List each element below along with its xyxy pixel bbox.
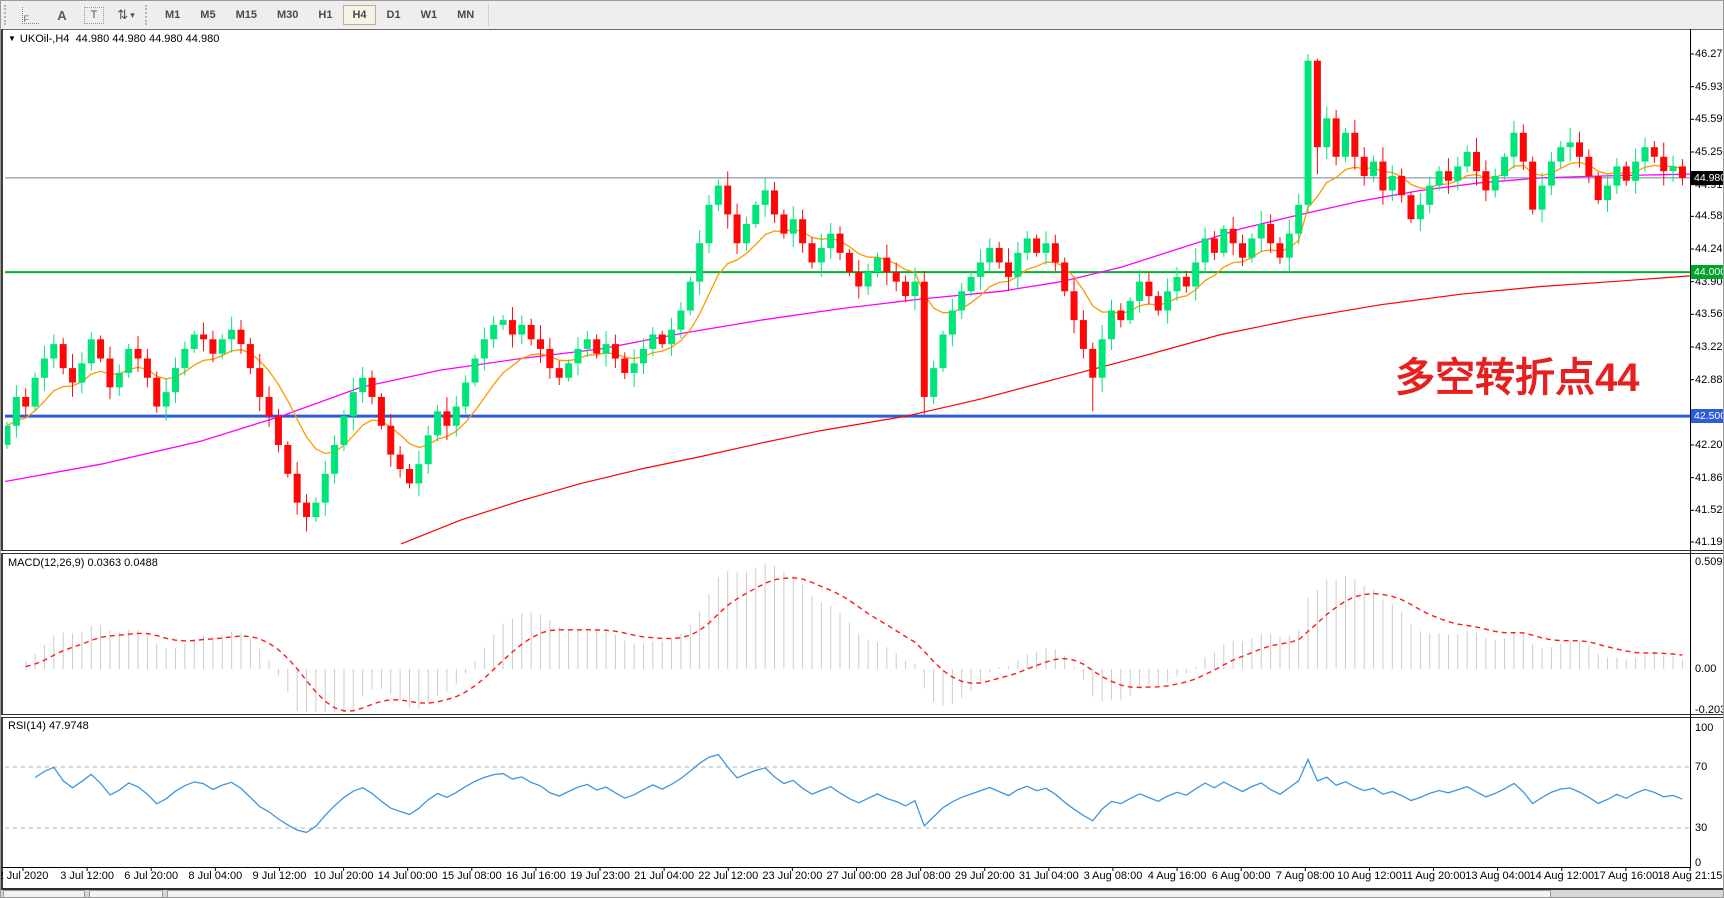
chart-title: ▼UKOil-,H4 44.980 44.980 44.980 44.980 [8, 33, 219, 45]
date-label: 31 Jul 04:00 [1019, 870, 1079, 882]
date-label: 14 Aug 12:00 [1529, 870, 1594, 882]
price-tick-label: 42.880 [1695, 374, 1724, 386]
mt4-window: F A T ⇅ ▾ M1M5M15M30H1H4D1W1MN ▼UKOil-,H… [0, 0, 1724, 898]
macd-tick-label: -0.2032 [1695, 704, 1724, 716]
date-label: 19 Jul 23:00 [570, 870, 630, 882]
date-label: 23 Jul 20:00 [762, 870, 822, 882]
price-tick-label: 41.190 [1695, 536, 1724, 548]
date-label: 9 Jul 12:00 [253, 870, 307, 882]
price-tick-label: 45.590 [1695, 113, 1724, 125]
date-label: 27 Jul 00:00 [827, 870, 887, 882]
date-label: 22 Jul 12:00 [698, 870, 758, 882]
rsi-indicator-label: RSI(14) 47.9748 [8, 720, 89, 732]
rsi-tick-label: 0 [1695, 857, 1724, 869]
price-tick-label: 43.220 [1695, 341, 1724, 353]
price-tick-label: 44.240 [1695, 243, 1724, 255]
date-label: 4 Aug 16:00 [1148, 870, 1207, 882]
price-tick-label: 41.520 [1695, 504, 1724, 516]
candlestick-plot[interactable] [1, 1, 1724, 898]
date-label: 11 Aug 20:00 [1402, 870, 1466, 882]
macd-tick-label: 0.00 [1695, 663, 1724, 675]
price-tick-label: 43.560 [1695, 308, 1724, 320]
price-tick-label: 41.860 [1695, 472, 1724, 484]
macd-indicator-label: MACD(12,26,9) 0.0363 0.0488 [8, 557, 158, 569]
date-label: 10 Jul 20:00 [314, 870, 374, 882]
date-label: 7 Aug 08:00 [1276, 870, 1335, 882]
date-label: 15 Jul 08:00 [442, 870, 502, 882]
rsi-tick-label: 30 [1695, 822, 1724, 834]
price-badge: 44.000 [1691, 265, 1724, 279]
date-label: 14 Jul 00:00 [378, 870, 438, 882]
date-label: 13 Aug 04:00 [1465, 870, 1530, 882]
price-tick-label: 42.200 [1695, 439, 1724, 451]
date-label: 8 Jul 04:00 [188, 870, 242, 882]
price-badge: 42.500 [1691, 409, 1724, 423]
chart-annotation-text[interactable]: 多空转折点44 [1395, 345, 1640, 403]
date-label: 28 Jul 08:00 [891, 870, 951, 882]
date-label: 17 Aug 16:00 [1593, 870, 1658, 882]
chart-quotes: 44.980 44.980 44.980 44.980 [76, 33, 220, 45]
date-label: 18 Aug 21:15 [1658, 870, 1723, 882]
price-tick-label: 44.580 [1695, 210, 1724, 222]
chart-dropdown-icon[interactable]: ▼ [8, 34, 16, 43]
date-label: 29 Jul 20:00 [955, 870, 1015, 882]
price-badge: 44.980 [1691, 171, 1724, 185]
date-label: 6 Jul 20:00 [124, 870, 178, 882]
date-label: 3 Jul 12:00 [60, 870, 114, 882]
date-label: 3 Aug 08:00 [1084, 870, 1143, 882]
macd-tick-label: 0.5094 [1695, 556, 1724, 568]
date-label: 10 Aug 12:00 [1337, 870, 1402, 882]
date-label: 16 Jul 16:00 [506, 870, 566, 882]
date-label: 21 Jul 04:00 [634, 870, 694, 882]
date-label: 6 Aug 00:00 [1212, 870, 1271, 882]
price-tick-label: 45.930 [1695, 81, 1724, 93]
price-tick-label: 45.250 [1695, 146, 1724, 158]
rsi-tick-label: 70 [1695, 761, 1724, 773]
price-tick-label: 46.270 [1695, 48, 1724, 60]
date-label: 2 Jul 2020 [0, 870, 48, 882]
rsi-tick-label: 100 [1695, 722, 1724, 734]
